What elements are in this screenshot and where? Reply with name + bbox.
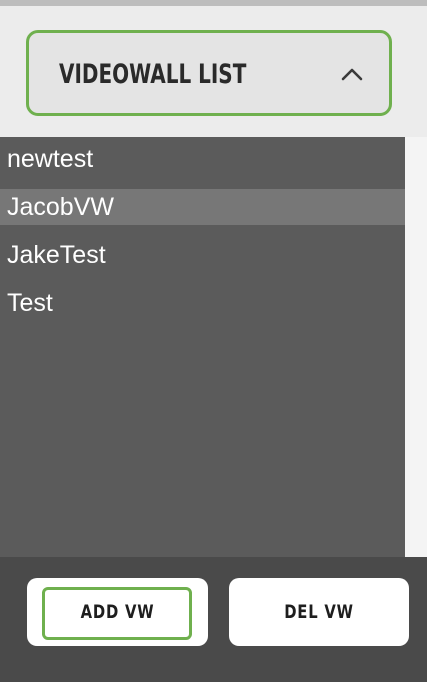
top-border: [0, 0, 427, 6]
action-bar: ADD VW DEL VW: [0, 557, 427, 682]
list-title: VIDEOWALL LIST: [59, 59, 247, 90]
videowall-list: newtest JacobVW JakeTest Test: [0, 137, 427, 557]
del-vw-button[interactable]: DEL VW: [229, 578, 409, 646]
list-body: newtest JacobVW JakeTest Test: [0, 137, 405, 557]
videowall-panel: VIDEOWALL LIST newtest JacobVW JakeTest …: [0, 0, 427, 682]
add-vw-label: ADD VW: [80, 601, 155, 623]
videowall-list-header[interactable]: VIDEOWALL LIST: [26, 30, 392, 116]
del-vw-label: DEL VW: [284, 601, 354, 623]
list-item-jaketest[interactable]: JakeTest: [0, 237, 405, 273]
chevron-up-icon[interactable]: [337, 59, 367, 89]
list-item-newtest[interactable]: newtest: [0, 141, 405, 177]
list-item-test[interactable]: Test: [0, 285, 405, 321]
list-item-jacobvw[interactable]: JacobVW: [0, 189, 405, 225]
scrollbar-track[interactable]: [405, 137, 427, 557]
add-vw-button[interactable]: ADD VW: [27, 578, 208, 646]
